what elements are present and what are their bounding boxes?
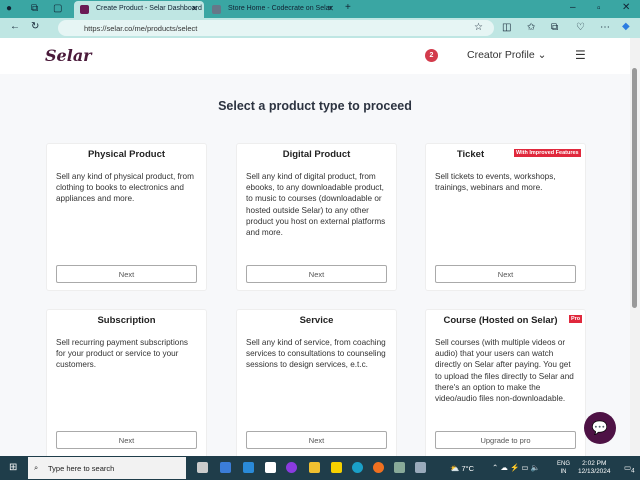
store-icon[interactable]: [265, 462, 276, 473]
edge-icon[interactable]: [352, 462, 363, 473]
card-digital-product: Digital Product Sell any kind of digital…: [236, 143, 397, 291]
taskbar: ⊞ ⌕ Type here to search ⛅ 7°C ⌃ ☁ ⚡ ▭ 🔈 …: [0, 456, 640, 480]
split-screen-icon[interactable]: ◫: [502, 22, 511, 33]
address-bar-row: ← ↻ https://selar.co/me/products/select …: [0, 18, 640, 38]
profile-label: Creator Profile: [467, 49, 535, 61]
tab-store-home[interactable]: Store Home - Codecrate on Selar ✕: [206, 1, 340, 18]
workspaces-icon[interactable]: ⧉: [31, 3, 38, 14]
card-physical-product: Physical Product Sell any kind of physic…: [46, 143, 207, 291]
pro-badge: Pro: [569, 315, 583, 323]
chat-bubble-icon[interactable]: 💬: [584, 412, 616, 444]
card-description: Sell any kind of physical product, from …: [56, 172, 194, 204]
lang: ENG: [557, 461, 571, 467]
card-title: Ticket: [456, 149, 485, 160]
next-button[interactable]: Next: [56, 431, 197, 449]
refresh-icon[interactable]: ↻: [31, 21, 39, 32]
tab-create-product[interactable]: Create Product - Selar Dashboard ✕: [74, 1, 204, 18]
card-description: Sell any kind of digital product, from e…: [246, 172, 386, 238]
search-placeholder: Type here to search: [48, 464, 115, 473]
favorites-icon[interactable]: ✩: [527, 22, 535, 33]
weather-temp: 7°C: [461, 464, 475, 473]
card-subscription: Subscription Sell recurring payment subs…: [46, 309, 207, 456]
close-tab-icon[interactable]: ✕: [191, 4, 198, 13]
clock[interactable]: 2:02 PM 12/13/2024: [578, 460, 611, 476]
card-description: Sell any kind of service, from coaching …: [246, 338, 386, 370]
card-description: Sell recurring payment subscriptions for…: [56, 338, 188, 370]
time: 2:02 PM: [582, 460, 607, 467]
sticky-notes-icon[interactable]: [331, 462, 342, 473]
tab-title: Create Product - Selar Dashboard: [96, 5, 202, 12]
page-title: Select a product type to proceed: [218, 99, 412, 113]
card-course: Course (Hosted on Selar) Pro Sell course…: [425, 309, 586, 456]
chevron-down-icon: ⌄: [537, 49, 547, 61]
file-explorer-icon[interactable]: [309, 462, 320, 473]
tab-strip: ● ⧉ ▢ Create Product - Selar Dashboard ✕…: [0, 0, 640, 18]
tab-title: Store Home - Codecrate on Selar: [228, 5, 332, 12]
app-icon[interactable]: [286, 462, 297, 473]
card-service: Service Sell any kind of service, from c…: [236, 309, 397, 456]
card-ticket: Ticket With Improved Features Sell ticke…: [425, 143, 586, 291]
performance-icon[interactable]: ♡: [576, 22, 585, 33]
app-icon[interactable]: [394, 462, 405, 473]
url-text: https://selar.co/me/products/select: [84, 24, 198, 33]
close-tab-icon[interactable]: ✕: [327, 4, 334, 13]
close-window-icon[interactable]: ✕: [622, 2, 630, 13]
page: Selar 2 Creator Profile ⌄ ☰ Select a pro…: [0, 38, 640, 456]
selar-favicon: [80, 5, 89, 14]
scrollbar-thumb[interactable]: [632, 68, 637, 308]
restore-icon[interactable]: ▫: [597, 3, 601, 14]
notifications-icon[interactable]: ▭4: [624, 463, 635, 475]
hamburger-menu-icon[interactable]: ☰: [575, 48, 586, 62]
card-title: Course (Hosted on Selar): [443, 315, 558, 326]
task-view-icon[interactable]: [197, 462, 208, 473]
taskbar-search[interactable]: ⌕ Type here to search: [28, 457, 186, 479]
firefox-icon[interactable]: [373, 462, 384, 473]
system-tray-icons[interactable]: ⌃ ☁ ⚡ ▭ 🔈: [492, 463, 540, 472]
profile-icon[interactable]: ●: [6, 3, 12, 14]
store-favicon: [212, 5, 221, 14]
favorite-icon[interactable]: ☆: [474, 22, 483, 33]
mail-icon[interactable]: [243, 462, 254, 473]
date: 12/13/2024: [578, 468, 611, 475]
card-title: Digital Product: [282, 149, 351, 160]
scrollbar[interactable]: [630, 38, 640, 456]
card-title: Subscription: [97, 315, 156, 326]
windows-start-icon[interactable]: ⊞: [9, 462, 17, 473]
weather-widget[interactable]: ⛅ 7°C: [450, 464, 474, 473]
next-button[interactable]: Next: [435, 265, 576, 283]
improved-features-badge: With Improved Features: [514, 149, 581, 157]
card-description: Sell courses (with multiple videos or au…: [435, 338, 574, 404]
selar-logo[interactable]: Selar: [45, 46, 92, 65]
language-indicator[interactable]: ENG IN: [557, 460, 570, 476]
creator-profile-dropdown[interactable]: Creator Profile ⌄: [467, 49, 546, 61]
notification-count: 4: [631, 467, 635, 475]
copilot-icon[interactable]: ◆: [622, 21, 630, 32]
upgrade-to-pro-button[interactable]: Upgrade to pro: [435, 431, 576, 449]
region: IN: [560, 469, 567, 475]
back-icon[interactable]: ←: [10, 21, 20, 32]
card-title: Physical Product: [87, 149, 166, 160]
site-header: Selar 2 Creator Profile ⌄ ☰: [0, 38, 630, 74]
card-title: Service: [299, 315, 334, 326]
url-input[interactable]: https://selar.co/me/products/select: [58, 20, 494, 36]
more-icon[interactable]: ⋯: [600, 22, 610, 33]
app-icon[interactable]: [415, 462, 426, 473]
next-button[interactable]: Next: [246, 265, 387, 283]
search-icon: ⌕: [34, 463, 39, 472]
tab-actions-icon[interactable]: ▢: [53, 3, 62, 14]
card-description: Sell tickets to events, workshops, train…: [435, 172, 556, 193]
minimize-icon[interactable]: –: [570, 2, 576, 13]
next-button[interactable]: Next: [56, 265, 197, 283]
collections-icon[interactable]: ⧉: [551, 22, 558, 33]
app-icon[interactable]: [220, 462, 231, 473]
notification-badge[interactable]: 2: [425, 49, 438, 62]
new-tab-icon[interactable]: +: [345, 2, 351, 13]
next-button[interactable]: Next: [246, 431, 387, 449]
